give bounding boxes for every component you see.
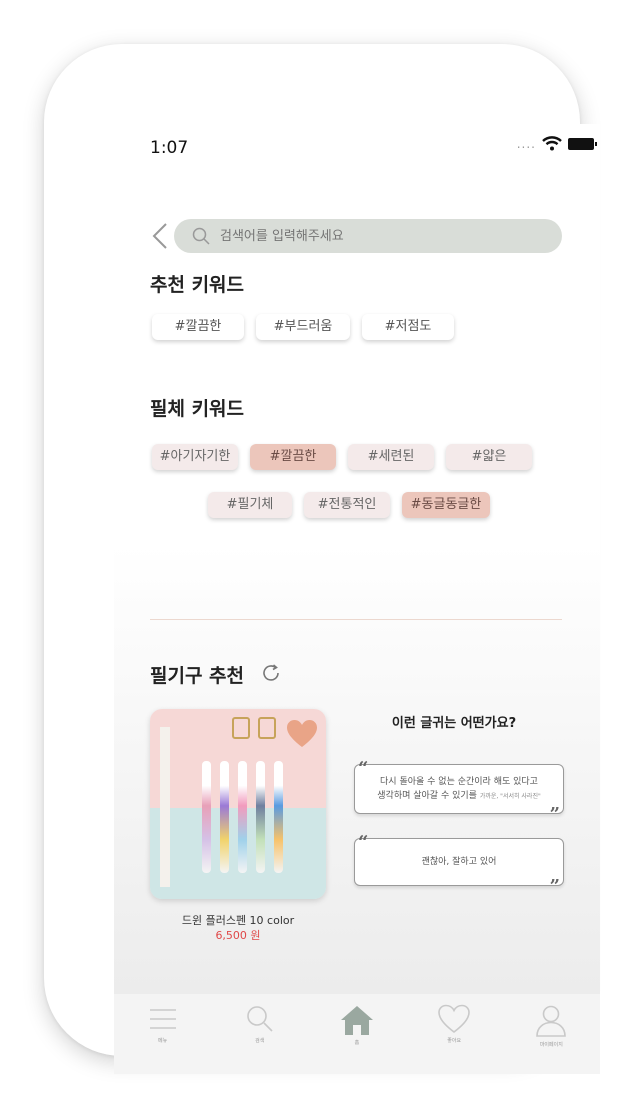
quote-open-icon: “ — [358, 758, 369, 779]
nav-search[interactable]: 검색 — [230, 1004, 290, 1044]
quote-source: 가까운, "서서히 사라진" — [479, 793, 541, 800]
signal-icon: .... — [516, 136, 536, 151]
search-icon — [192, 227, 210, 245]
status-time: 1:07 — [150, 138, 189, 158]
nav-home[interactable]: 홈 — [327, 1004, 387, 1046]
pen — [202, 761, 211, 873]
keyword-chip[interactable]: #부드러움 — [256, 314, 350, 340]
pen — [238, 761, 247, 873]
keyword-chip[interactable]: #저점도 — [362, 314, 454, 340]
nav-menu[interactable]: 메뉴 — [133, 1004, 193, 1044]
quote-close-icon: ” — [549, 876, 560, 897]
heart-outline-icon — [438, 1004, 470, 1034]
search-input[interactable] — [218, 227, 542, 245]
quote-text: 다시 돌아올 수 없는 순간이라 해도 있다고 생각하며 살아갈 수 있기를 가… — [355, 765, 563, 804]
nav-label: 메뉴 — [157, 1038, 168, 1044]
quote-card[interactable]: “ 다시 돌아올 수 없는 순간이라 해도 있다고 생각하며 살아갈 수 있기를… — [354, 758, 564, 824]
style-chip[interactable]: #아기자기한 — [152, 444, 238, 470]
product-box — [160, 727, 170, 887]
pen — [256, 761, 265, 873]
phone-frame: 1:07 .... 추천 키워드 #깔끔한 #부드러움 #저점도 필체 키워드 … — [44, 44, 600, 1074]
binder-clip — [258, 717, 276, 739]
bottom-nav: 메뉴 검색 홈 좋아요 마이페이지 — [114, 994, 600, 1074]
product-price: 6,500 원 — [215, 929, 261, 942]
style-chip[interactable]: #전통적인 — [304, 492, 390, 518]
binder-clip — [232, 717, 250, 739]
quote-line: 다시 돌아올 수 없는 순간이라 해도 있다고 — [380, 777, 538, 787]
style-chip[interactable]: #세련된 — [348, 444, 434, 470]
product-name[interactable]: 드윈 플러스펜 10 color — [150, 912, 326, 928]
nav-likes[interactable]: 좋아요 — [424, 1004, 484, 1044]
quote-close-icon: ” — [549, 804, 560, 825]
nav-label: 검색 — [255, 1038, 265, 1044]
home-icon — [340, 1006, 373, 1035]
style-chip-selected[interactable]: #깔끔한 — [250, 444, 336, 470]
quote-open-icon: “ — [358, 832, 369, 853]
style-chip-selected[interactable]: #동글동글한 — [402, 492, 490, 518]
recommended-keywords-title: 추천 키워드 — [150, 274, 245, 296]
quote-card[interactable]: “ 괜찮아, 잘하고 있어 ” — [354, 832, 564, 896]
app-screen: 1:07 .... 추천 키워드 #깔끔한 #부드러움 #저점도 필체 키워드 … — [114, 124, 600, 1074]
nav-label: 마이페이지 — [539, 1042, 563, 1048]
handwriting-keywords-title: 필체 키워드 — [150, 398, 245, 420]
nav-label: 홈 — [354, 1040, 360, 1046]
quote-line: 생각하며 살아갈 수 있기를 — [377, 791, 477, 801]
style-chip[interactable]: #얇은 — [446, 444, 532, 470]
style-chip[interactable]: #필기체 — [208, 492, 292, 518]
menu-icon — [149, 1009, 176, 1029]
quote-line: 생각하며 살아갈 수 있기를 가까운, "서서히 사라진" — [355, 789, 563, 804]
nav-label: 좋아요 — [447, 1038, 462, 1044]
product-image[interactable] — [150, 709, 326, 899]
pen — [274, 761, 283, 873]
battery-icon — [568, 137, 597, 150]
search-icon — [246, 1006, 273, 1032]
quote-heading: 이런 글귀는 어떤가요? — [391, 716, 517, 731]
section-divider — [150, 619, 562, 620]
keyword-chip[interactable]: #깔끔한 — [152, 314, 244, 340]
back-chevron-icon[interactable] — [150, 222, 170, 250]
pen — [220, 761, 229, 873]
status-icons: .... — [516, 136, 597, 151]
nav-mypage[interactable]: 마이페이지 — [521, 1004, 581, 1048]
search-bar[interactable] — [174, 219, 562, 253]
pen-recommendation-title: 필기구 추천 — [150, 665, 245, 687]
heart-icon[interactable] — [286, 719, 318, 749]
wifi-icon — [542, 136, 562, 151]
quote-text: 괜찮아, 잘하고 있어 — [421, 857, 497, 867]
user-icon — [536, 1005, 567, 1037]
refresh-icon[interactable] — [260, 662, 282, 684]
